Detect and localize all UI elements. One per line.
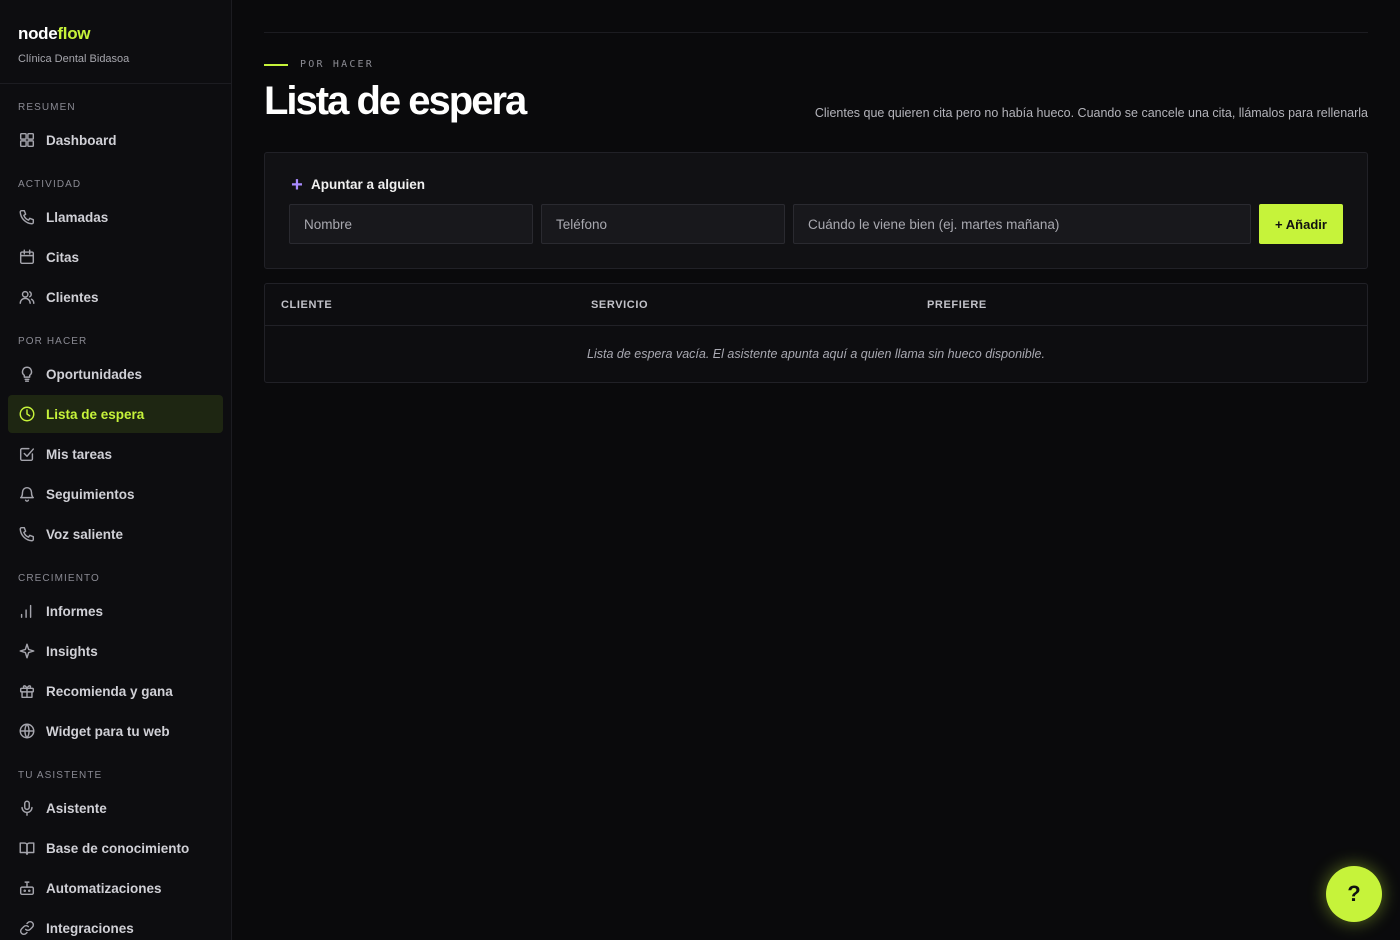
sidebar-item-label: Automatizaciones — [46, 880, 162, 896]
phone-icon — [18, 525, 36, 543]
sidebar-item-label: Mis tareas — [46, 446, 113, 462]
link-icon — [18, 919, 36, 937]
checkbox-icon — [18, 445, 36, 463]
sidebar-section-label: TU ASISTENTE — [18, 770, 103, 781]
card-title: + Apuntar a alguien — [289, 173, 1343, 196]
book-icon — [18, 839, 36, 857]
eyebrow-bar — [264, 63, 288, 66]
sidebar-item-label: Base de conocimiento — [46, 840, 190, 856]
sidebar-item-label: Insights — [46, 643, 98, 659]
calendar-icon — [18, 248, 36, 266]
name-input[interactable] — [289, 204, 533, 244]
sidebar-section-label: CRECIMIENTO — [18, 573, 100, 584]
sidebar-item-asistente[interactable]: Asistente — [8, 789, 223, 827]
sidebar-item-label: Citas — [46, 249, 80, 265]
sparkle-icon — [18, 642, 36, 660]
sidebar-item-automatizaciones[interactable]: Automatizaciones — [8, 869, 223, 907]
sidebar-item-label: Seguimientos — [46, 486, 135, 502]
page-title: Lista de espera — [264, 79, 527, 123]
sidebar-item-oportunidades[interactable]: Oportunidades — [8, 355, 223, 393]
brand-logo[interactable]: nodeflow — [18, 24, 213, 44]
sidebar-section-label: ACTIVIDAD — [18, 179, 82, 190]
column-header-prefers[interactable]: PREFIERE — [927, 299, 987, 311]
grid-icon — [18, 131, 36, 149]
availability-input[interactable] — [793, 204, 1251, 244]
sidebar-item-label: Recomienda y gana — [46, 683, 173, 699]
sidebar-item-label: Dashboard — [46, 132, 117, 148]
phone-input[interactable] — [541, 204, 785, 244]
header-row: Lista de espera Clientes que quieren cit… — [264, 80, 1368, 122]
sidebar-item-label: Oportunidades — [46, 366, 143, 382]
sidebar-item-label: Integraciones — [46, 920, 134, 936]
sidebar-item-label: Asistente — [46, 800, 107, 816]
sidebar-item-integraciones[interactable]: Integraciones — [8, 909, 223, 940]
bell-icon — [18, 485, 36, 503]
column-header-service[interactable]: SERVICIO — [591, 299, 927, 311]
phone-icon — [18, 208, 36, 226]
brand: nodeflow Clínica Dental Bidasoa — [0, 0, 231, 84]
sidebar-item-label: Informes — [46, 603, 104, 619]
top-divider — [264, 32, 1368, 33]
table-header: CLIENTE SERVICIO PREFIERE — [265, 284, 1367, 326]
bot-icon — [18, 879, 36, 897]
sidebar-section-label: RESUMEN — [18, 102, 76, 113]
sidebar-item-base-de-conocimiento[interactable]: Base de conocimiento — [8, 829, 223, 867]
users-icon — [18, 288, 36, 306]
add-waitlist-card: + Apuntar a alguien + Añadir — [264, 152, 1368, 269]
main-content: POR HACER Lista de espera Clientes que q… — [232, 0, 1400, 940]
column-header-client[interactable]: CLIENTE — [281, 299, 591, 311]
sidebar-item-seguimientos[interactable]: Seguimientos — [8, 475, 223, 513]
sidebar-item-clientes[interactable]: Clientes — [8, 278, 223, 316]
empty-state: Lista de espera vacía. El asistente apun… — [587, 347, 1045, 361]
sidebar-item-lista-de-espera[interactable]: Lista de espera — [8, 395, 223, 433]
plus-icon: + — [291, 173, 303, 196]
app-root: nodeflow Clínica Dental Bidasoa RESUMEN D… — [0, 0, 1400, 940]
sidebar-item-label: Voz saliente — [46, 526, 124, 542]
sidebar-item-mis-tareas[interactable]: Mis tareas — [8, 435, 223, 473]
brand-name-part2: flow — [57, 24, 91, 43]
globe-icon — [18, 722, 36, 740]
waitlist-table: CLIENTE SERVICIO PREFIERE Lista de esper… — [264, 283, 1368, 383]
brand-subtitle: Clínica Dental Bidasoa — [18, 53, 130, 65]
sidebar-item-dashboard[interactable]: Dashboard — [8, 121, 223, 159]
clock-icon — [18, 405, 36, 423]
sidebar-item-label: Lista de espera — [46, 406, 145, 422]
page-description: Clientes que quieren cita pero no había … — [814, 106, 1368, 120]
microphone-icon — [18, 799, 36, 817]
sidebar-nav: RESUMEN Dashboard ACTIVIDAD Llamadas Citas Cl… — [0, 84, 231, 940]
sidebar-item-label: Widget para tu web — [46, 723, 170, 739]
form-row: + Añadir — [289, 204, 1343, 244]
sidebar-item-label: Llamadas — [46, 209, 109, 225]
eyebrow: POR HACER — [264, 59, 1368, 70]
brand-name-part1: node — [18, 24, 58, 43]
sidebar-item-insights[interactable]: Insights — [8, 632, 223, 670]
bar-chart-icon — [18, 602, 36, 620]
eyebrow-text: POR HACER — [300, 59, 374, 70]
sidebar-item-label: Clientes — [46, 289, 99, 305]
sidebar-item-citas[interactable]: Citas — [8, 238, 223, 276]
sidebar-item-recomienda-y-gana[interactable]: Recomienda y gana — [8, 672, 223, 710]
lightbulb-icon — [18, 365, 36, 383]
sidebar-item-widget-para-tu-web[interactable]: Widget para tu web — [8, 712, 223, 750]
sidebar: nodeflow Clínica Dental Bidasoa RESUMEN D… — [0, 0, 232, 940]
sidebar-item-voz-saliente[interactable]: Voz saliente — [8, 515, 223, 553]
card-title-text: Apuntar a alguien — [311, 177, 426, 192]
gift-icon — [18, 682, 36, 700]
add-button[interactable]: + Añadir — [1259, 204, 1343, 244]
sidebar-item-llamadas[interactable]: Llamadas — [8, 198, 223, 236]
sidebar-item-informes[interactable]: Informes — [8, 592, 223, 630]
help-button[interactable]: ? — [1326, 866, 1382, 922]
sidebar-section-label: POR HACER — [18, 336, 88, 347]
